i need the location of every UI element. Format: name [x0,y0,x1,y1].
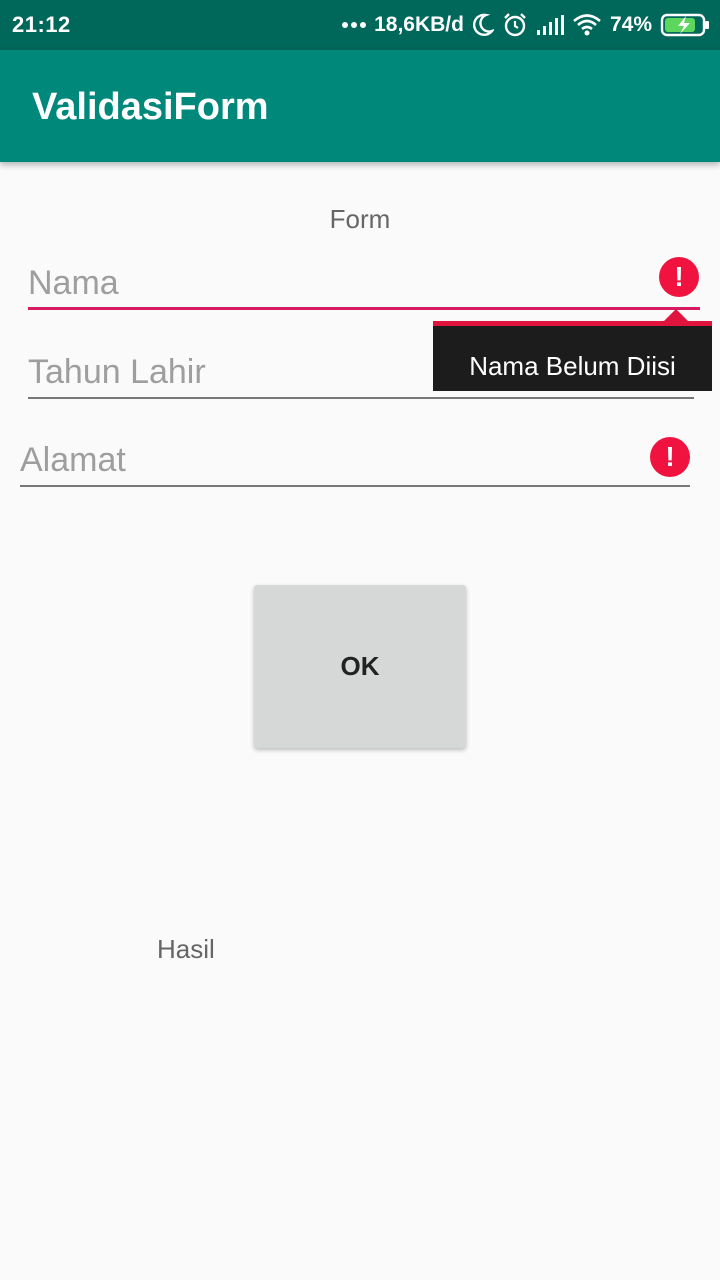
battery-percent: 74% [609,13,652,36]
form-label: Form [329,204,391,234]
alamat-error-icon[interactable]: ! [650,437,690,477]
wifi-icon [573,14,601,36]
app-title: ValidasiForm [32,86,269,128]
battery-charging-icon [660,13,709,37]
status-bar: 21:12 18,6KB/d 74% [0,0,720,50]
network-speed: 18,6KB/d [374,13,464,36]
more-dots-icon [342,22,367,28]
moon-icon [472,13,494,36]
status-icons: 18,6KB/d 74% [342,10,710,40]
result-label: Hasil [157,934,215,964]
alamat-input[interactable] [20,434,630,487]
alamat-field [20,434,690,487]
tahun-lahir-underline [28,397,694,399]
tahun-lahir-input[interactable] [28,346,428,399]
status-time: 21:12 [12,12,71,37]
alamat-underline [20,485,690,487]
nama-input[interactable] [28,256,648,310]
nama-field [28,256,700,310]
app-bar: ValidasiForm [0,50,720,162]
nama-error-icon[interactable]: ! [659,257,699,297]
error-tooltip: Nama Belum Diisi [433,321,712,391]
signal-icon [536,15,564,35]
ok-button[interactable]: OK [254,585,466,748]
alarm-icon [504,13,526,37]
nama-underline [28,307,700,310]
error-tooltip-arrow [664,309,688,321]
